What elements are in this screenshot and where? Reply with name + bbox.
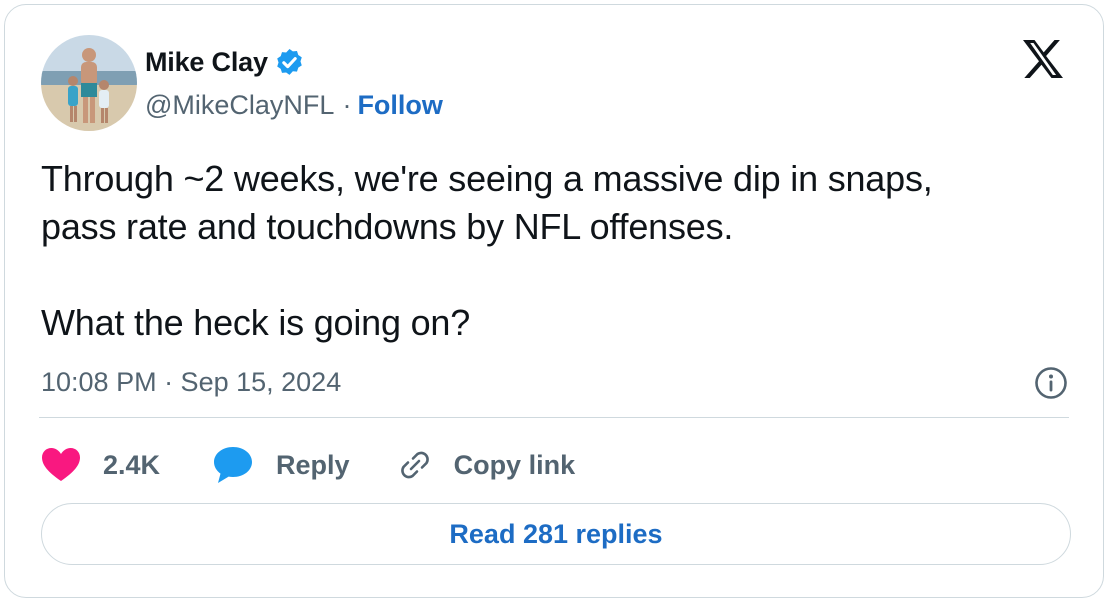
tweet-timestamp[interactable]: 10:08 PM · Sep 15, 2024 (41, 367, 341, 398)
speech-bubble-icon (212, 445, 254, 485)
tweet-line: What the heck is going on? (41, 302, 471, 343)
reply-button[interactable]: Reply (212, 445, 350, 485)
tweet-text: Through ~2 weeks, we're seeing a massive… (41, 155, 1061, 347)
tweet-card: Mike Clay @MikeClayNFL · Follow Through … (4, 4, 1104, 598)
heart-icon (41, 447, 81, 483)
follow-button[interactable]: Follow (357, 90, 442, 121)
x-logo-icon[interactable] (1021, 39, 1065, 79)
avatar-photo (41, 35, 137, 131)
action-bar: 2.4K Reply Copy link (41, 443, 575, 487)
read-replies-button[interactable]: Read 281 replies (41, 503, 1071, 565)
copy-link-label: Copy link (453, 449, 576, 480)
tweet-line: Through ~2 weeks, we're seeing a massive… (41, 158, 933, 199)
like-button[interactable]: 2.4K (41, 447, 160, 483)
separator-dot: · (342, 89, 352, 120)
author-name-row: Mike Clay (145, 45, 305, 79)
info-icon[interactable] (1033, 365, 1069, 401)
copy-link-button[interactable]: Copy link (396, 446, 576, 484)
tweet-line: pass rate and touchdowns by NFL offenses… (41, 206, 734, 247)
divider (39, 417, 1069, 418)
author-handle[interactable]: @MikeClayNFL (145, 90, 334, 121)
author-handle-row: @MikeClayNFL · Follow (145, 89, 443, 121)
link-icon (396, 446, 434, 484)
verified-badge-icon (274, 47, 305, 78)
display-name[interactable]: Mike Clay (145, 47, 268, 78)
avatar[interactable] (41, 35, 137, 131)
like-count: 2.4K (103, 449, 161, 480)
reply-label: Reply (276, 449, 350, 480)
